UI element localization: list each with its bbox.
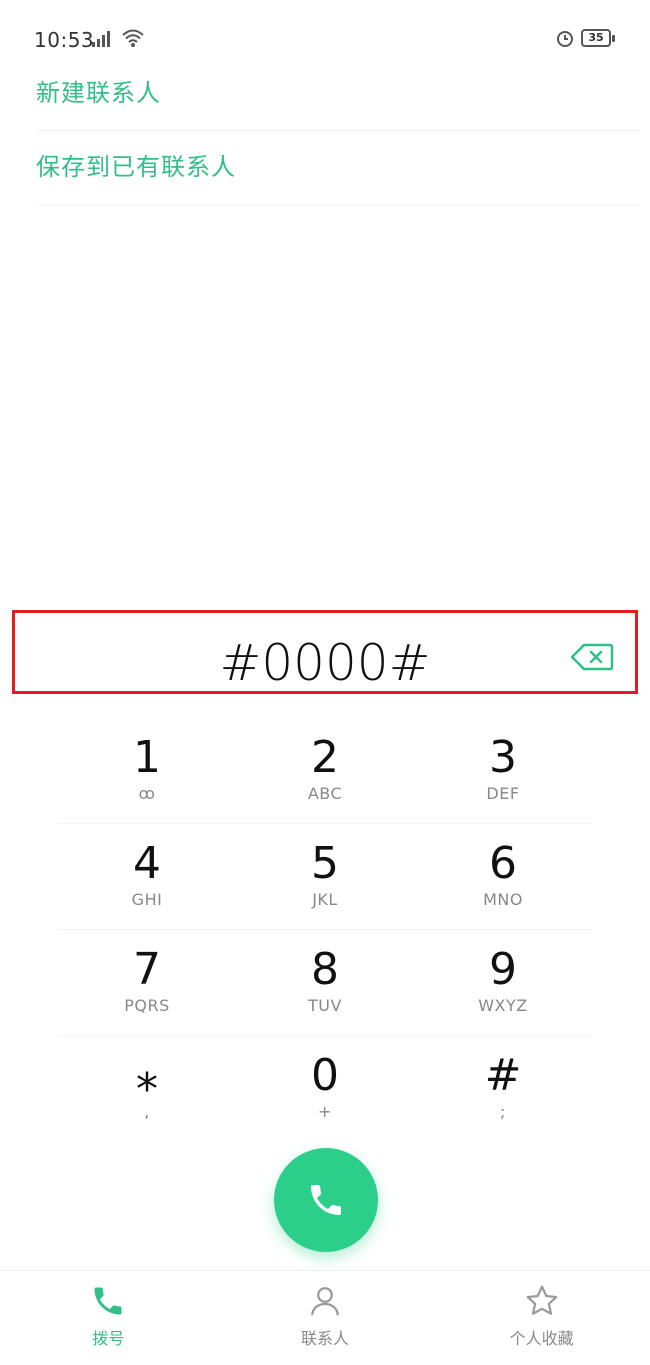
- key-letters: WXYZ: [478, 996, 528, 1015]
- person-icon: [311, 1287, 339, 1316]
- key-digit: 5: [311, 838, 339, 889]
- status-time: 10:53: [34, 28, 95, 52]
- tab-label: 联系人: [301, 1329, 350, 1348]
- tab-label: 个人收藏: [509, 1329, 574, 1348]
- key-9[interactable]: 9 WXYZ: [414, 930, 592, 1035]
- key-4[interactable]: 4 GHI: [58, 824, 236, 929]
- save-to-existing-contact-option[interactable]: 保存到已有联系人: [36, 130, 640, 205]
- phone-icon: [311, 1185, 341, 1215]
- key-3[interactable]: 3 DEF: [414, 718, 592, 823]
- key-star[interactable]: ⁎ ,: [58, 1036, 236, 1141]
- key-7[interactable]: 7 PQRS: [58, 930, 236, 1035]
- phone-icon: [94, 1287, 122, 1315]
- key-6[interactable]: 6 MNO: [414, 824, 592, 929]
- key-letters: PQRS: [124, 996, 170, 1015]
- key-letters: TUV: [308, 996, 342, 1015]
- battery-level: 35: [588, 31, 604, 44]
- key-2[interactable]: 2 ABC: [236, 718, 414, 823]
- tab-label: 拨号: [92, 1329, 125, 1348]
- call-button[interactable]: [274, 1148, 378, 1252]
- dial-keypad: 1 ꝏ 2 ABC 3 DEF 4 GHI 5 JKL 6 MNO 7 PQRS: [58, 718, 592, 1141]
- bottom-tab-bar: 拨号 联系人 个人收藏: [0, 1270, 650, 1365]
- dial-input[interactable]: #0000#: [15, 613, 635, 713]
- key-5[interactable]: 5 JKL: [236, 824, 414, 929]
- battery-icon: 35: [581, 29, 615, 47]
- key-letters: ABC: [307, 784, 343, 803]
- key-letters: GHI: [131, 890, 163, 909]
- key-digit: 9: [489, 944, 517, 995]
- backspace-icon[interactable]: [570, 642, 614, 672]
- key-digit: 2: [311, 732, 339, 783]
- key-letters: JKL: [312, 890, 338, 909]
- new-contact-option[interactable]: 新建联系人: [36, 56, 640, 131]
- tab-contacts[interactable]: 联系人: [217, 1271, 434, 1365]
- key-letters: ,: [144, 1102, 150, 1121]
- key-digit: 7: [133, 944, 161, 995]
- key-1[interactable]: 1 ꝏ: [58, 718, 236, 823]
- key-letters: MNO: [483, 890, 523, 909]
- tab-dial[interactable]: 拨号: [0, 1271, 217, 1365]
- tab-favorites[interactable]: 个人收藏: [433, 1271, 650, 1365]
- key-letters: DEF: [486, 784, 520, 803]
- key-digit: 1: [133, 732, 161, 783]
- keypad-row: ⁎ , 0 + # ;: [58, 1036, 592, 1141]
- key-digit: 4: [133, 838, 161, 889]
- key-digit: 3: [489, 732, 517, 783]
- dial-input-highlight: #0000#: [12, 610, 638, 694]
- alarm-icon: [557, 31, 573, 47]
- key-letters: +: [318, 1102, 332, 1121]
- key-digit: ⁎: [136, 1050, 158, 1101]
- wifi-icon: [122, 29, 144, 47]
- keypad-row: 7 PQRS 8 TUV 9 WXYZ: [58, 930, 592, 1036]
- key-0[interactable]: 0 +: [236, 1036, 414, 1141]
- voicemail-icon: ꝏ: [138, 784, 156, 803]
- star-icon: [526, 1285, 558, 1315]
- keypad-row: 4 GHI 5 JKL 6 MNO: [58, 824, 592, 930]
- key-digit: 8: [311, 944, 339, 995]
- key-digit: 0: [311, 1050, 339, 1101]
- key-digit: 6: [489, 838, 517, 889]
- key-pound[interactable]: # ;: [414, 1036, 592, 1141]
- keypad-row: 1 ꝏ 2 ABC 3 DEF: [58, 718, 592, 824]
- key-letters: ;: [500, 1102, 506, 1121]
- key-8[interactable]: 8 TUV: [236, 930, 414, 1035]
- signal-icon: [92, 31, 110, 47]
- key-digit: #: [484, 1050, 522, 1101]
